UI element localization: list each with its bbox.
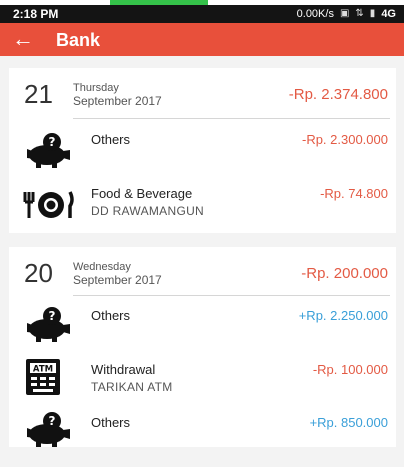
day-number: 20 xyxy=(24,258,53,288)
transaction-amount: +Rp. 850.000 xyxy=(309,415,388,430)
svg-text:?: ? xyxy=(49,135,56,149)
divider xyxy=(73,295,390,296)
day-number: 21 xyxy=(24,79,53,109)
app-bar: ← Bank xyxy=(0,23,404,56)
signal-icon: ▮ xyxy=(369,8,376,19)
svg-text:?: ? xyxy=(49,414,56,428)
day-total: -Rp. 200.000 xyxy=(301,265,388,282)
svg-text:ATM: ATM xyxy=(33,365,53,375)
transaction-item[interactable]: Food & Beverage DD RAWAMANGUN -Rp. 74.80… xyxy=(9,178,396,238)
transaction-description: TARIKAN ATM xyxy=(91,380,173,394)
svg-text:?: ? xyxy=(49,309,56,323)
transaction-amount: -Rp. 100.000 xyxy=(312,362,388,377)
arrow-left-icon[interactable]: ← xyxy=(12,27,34,51)
weekday-label: Wednesday xyxy=(73,261,131,273)
transaction-category: Others xyxy=(91,132,131,147)
transaction-amount: +Rp. 2.250.000 xyxy=(298,308,388,323)
month-year-label: September 2017 xyxy=(73,273,162,287)
transaction-item[interactable]: ? Others -Rp. 2.300.000 xyxy=(9,121,396,181)
day-header: 20 Wednesday September 2017 -Rp. 200.000 xyxy=(9,247,396,297)
status-bar: 2:18 PM 0.00K/s ▣ ⇅ ▮ 4G xyxy=(0,5,404,23)
transaction-category: Withdrawal xyxy=(91,362,156,377)
transaction-item[interactable]: ATM Withdrawal TARIKAN ATM -Rp. 100.000 xyxy=(9,352,396,412)
transaction-category: Food & Beverage xyxy=(91,186,193,201)
transaction-category: Others xyxy=(91,308,131,323)
day-group: 21 Thursday September 2017 -Rp. 2.374.80… xyxy=(9,68,396,233)
piggy-bank-question-icon: ? xyxy=(19,409,77,449)
fork-knife-plate-icon xyxy=(19,184,77,224)
network-speed: 0.00K/s xyxy=(296,8,334,20)
transaction-amount: -Rp. 2.300.000 xyxy=(301,132,388,147)
status-time: 2:18 PM xyxy=(13,7,59,21)
piggy-bank-question-icon: ? xyxy=(19,130,77,170)
transaction-item[interactable]: ? Others +Rp. 2.250.000 xyxy=(9,298,396,358)
network-type: 4G xyxy=(381,8,396,20)
day-header: 21 Thursday September 2017 -Rp. 2.374.80… xyxy=(9,68,396,118)
atm-icon: ATM xyxy=(25,358,83,398)
transaction-category: Others xyxy=(91,415,131,430)
weekday-label: Thursday xyxy=(73,82,119,94)
transaction-description: DD RAWAMANGUN xyxy=(91,204,205,218)
status-indicators: 0.00K/s ▣ ⇅ ▮ 4G xyxy=(297,5,396,23)
day-group: 20 Wednesday September 2017 -Rp. 200.000… xyxy=(9,247,396,447)
piggy-bank-question-icon: ? xyxy=(19,304,77,344)
vibrate-icon: ▣ xyxy=(339,8,350,19)
data-arrows-icon: ⇅ xyxy=(355,8,364,19)
divider xyxy=(73,118,390,119)
day-total: -Rp. 2.374.800 xyxy=(288,86,388,103)
transaction-item[interactable]: ? Others +Rp. 850.000 xyxy=(9,407,396,467)
transaction-amount: -Rp. 74.800 xyxy=(320,186,388,201)
page-title: Bank xyxy=(56,30,101,50)
month-year-label: September 2017 xyxy=(73,94,162,108)
